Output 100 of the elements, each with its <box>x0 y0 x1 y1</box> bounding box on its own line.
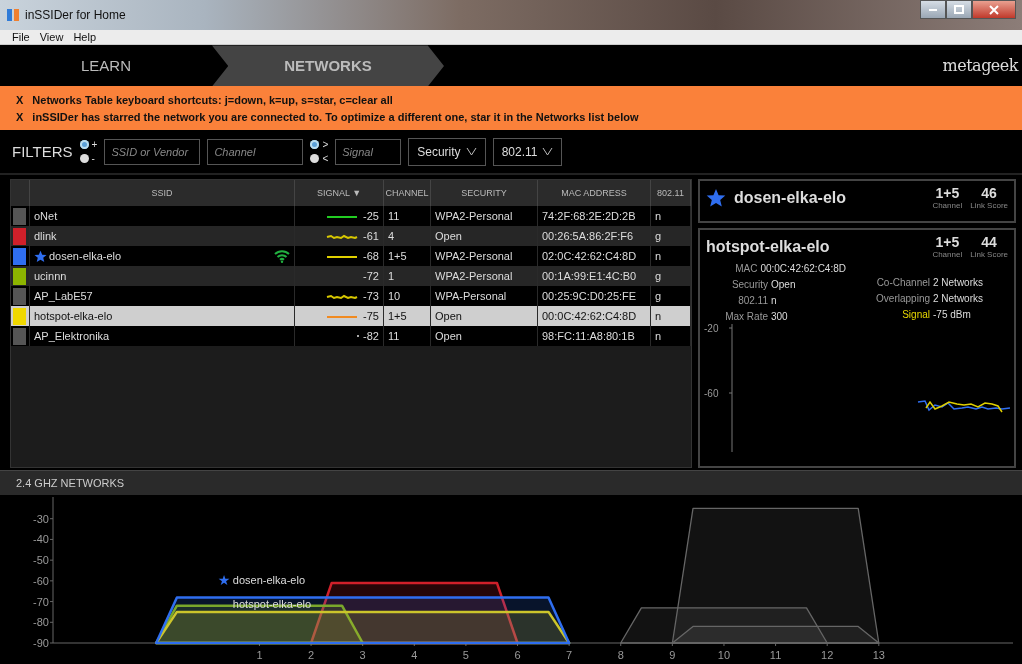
security-value: WPA2-Personal <box>435 250 513 263</box>
maximize-button[interactable] <box>946 0 972 19</box>
column-header[interactable]: SIGNAL ▼ <box>294 180 384 207</box>
column-header[interactable]: MAC ADDRESS <box>537 180 651 207</box>
radio-button[interactable] <box>79 154 89 164</box>
menu-item[interactable]: View <box>39 31 64 44</box>
filter-field[interactable]: Channel <box>207 138 304 165</box>
mac-address: 74:2F:68:2E:2D:2B <box>542 210 636 223</box>
security-value: WPA-Personal <box>435 290 507 303</box>
menu-item[interactable]: File <box>12 31 30 44</box>
mac-address: 00:1A:99:E1:4C:B0 <box>542 270 637 283</box>
axis-label: -80 <box>33 616 49 629</box>
mac-address: 00:0C:42:62:C4:8D <box>542 310 637 323</box>
network-name: hotspot-elka-elo <box>706 237 830 256</box>
notification-text: Networks Table keyboard shortcuts: j=down, k=up, s=star, c=clear all <box>32 93 393 106</box>
filters-label: FILTERS <box>12 143 73 161</box>
table-row[interactable]: ucinnn -72 1 WPA2-Personal 00:1A:99:E1:4C:B0 g <box>11 266 691 287</box>
field-label: Overlapping <box>875 293 930 305</box>
star-icon: ★ <box>217 572 231 589</box>
radio-button[interactable] <box>310 154 320 164</box>
axis-label: 1 <box>256 649 263 661</box>
close-icon <box>989 4 999 15</box>
table-row[interactable]: dlink -61 4 Open 00:26:5A:86:2F:F6 g <box>11 226 691 247</box>
metric-label: Link Score <box>970 201 1008 211</box>
security-value: Open <box>435 310 462 323</box>
ssid-text: AP_LabE57 <box>34 290 93 303</box>
signal-value: -82 <box>363 330 379 343</box>
metric-value: 44 <box>981 234 997 251</box>
field-value: Open <box>771 279 796 291</box>
axis-label: 6 <box>514 649 521 661</box>
chevron-icon <box>465 147 477 157</box>
metric-value: 1+5 <box>935 185 960 202</box>
metric-label: Channel <box>932 250 963 260</box>
field-label: 802.11 <box>737 295 768 307</box>
channel-value: 1+5 <box>388 310 407 323</box>
field-label: Co-Channel <box>875 277 930 289</box>
mode-value: n <box>655 250 662 263</box>
security-value: Open <box>435 230 462 243</box>
security-value: WPA2-Personal <box>435 210 513 223</box>
field-value: 2 Networks <box>933 277 983 289</box>
nav-tab[interactable]: LEARN <box>0 45 212 87</box>
axis-label: -90 <box>33 637 49 649</box>
signal-value: -75 <box>363 310 379 323</box>
mac-address: 02:0C:42:62:C4:8D <box>542 250 637 263</box>
ssid-text: oNet <box>34 210 58 223</box>
chevron-icon <box>542 147 554 157</box>
table-row[interactable]: oNet -25 11 WPA2-Personal 74:2F:68:2E:2D:2B n <box>11 206 691 227</box>
column-header[interactable]: SSID <box>29 180 295 207</box>
axis-label: -50 <box>33 554 49 567</box>
axis-label: -20 <box>704 323 719 335</box>
nav-tab[interactable]: NETWORKS <box>212 45 444 87</box>
signal-value: -68 <box>363 250 379 263</box>
logo: metageek <box>942 56 1020 76</box>
field-label: Max Rate <box>724 311 768 323</box>
app-icon <box>6 7 20 22</box>
minimize-icon <box>929 8 937 11</box>
field-label: MAC <box>734 263 758 275</box>
field-label: Security <box>730 279 768 291</box>
network-label: dosen-elka-elo <box>232 574 306 587</box>
axis-label: 4 <box>411 649 418 661</box>
table-row[interactable]: AP_Elektronika -82 11 Open 98:FC:11:A8:80:1B n <box>11 326 691 347</box>
axis-label: 10 <box>717 649 731 661</box>
ssid-text: dosen-elka-elo <box>49 250 122 263</box>
column-header[interactable]: CHANNEL <box>383 180 431 207</box>
filter-dropdown[interactable]: Security <box>408 137 486 166</box>
mac-address: 00:25:9C:D0:25:FE <box>542 290 637 303</box>
metric-label: Link Score <box>970 250 1008 260</box>
close-button[interactable] <box>972 0 1016 19</box>
axis-label: 3 <box>359 649 366 661</box>
notification-text: inSSIDer has starred the network you are connected to. To optimize a different one, star it in the Networks list below <box>32 110 639 123</box>
field-value: 00:0C:42:62:C4:8D <box>760 263 846 275</box>
radio-label: > <box>322 139 329 151</box>
axis-label: 11 <box>769 649 782 661</box>
radio-button[interactable] <box>310 140 320 150</box>
dismiss-button[interactable]: X <box>16 110 24 123</box>
column-header[interactable]: 802.11 <box>650 180 691 207</box>
filter-field[interactable]: Signal <box>335 138 402 165</box>
filter-field[interactable]: SSID or Vendor <box>104 138 201 165</box>
radio-label: - <box>91 153 95 165</box>
axis-label: 2 <box>308 649 315 661</box>
channel-value: 11 <box>388 330 400 343</box>
axis-label: -30 <box>33 512 49 525</box>
signal-value: -72 <box>363 270 379 283</box>
minimize-button[interactable] <box>920 0 946 19</box>
menu-item[interactable]: Help <box>73 31 96 44</box>
axis-label: 9 <box>669 649 676 661</box>
mac-address: 00:26:5A:86:2F:F6 <box>542 230 634 243</box>
axis-label: -60 <box>33 574 49 587</box>
dismiss-button[interactable]: X <box>16 93 24 106</box>
column-header[interactable]: SECURITY <box>430 180 538 207</box>
table-row[interactable]: AP_LabE57 -73 10 WPA-Personal 00:25:9C:D0:25:FE g <box>11 286 691 307</box>
mode-value: n <box>655 210 662 223</box>
filter-dropdown[interactable]: 802.11 <box>492 137 563 166</box>
window-title: inSSIDer for Home <box>25 7 126 22</box>
axis-label: -70 <box>33 595 49 608</box>
table-row[interactable]: dosen-elka-elo -68 1+5 WPA2-Personal 02:0C:42:62:C4:8D n <box>11 246 691 267</box>
axis-label: -40 <box>33 533 49 546</box>
radio-button[interactable] <box>79 140 89 150</box>
mode-value: g <box>655 230 662 243</box>
table-row[interactable]: hotspot-elka-elo -75 1+5 Open 00:0C:42:62:C4:8D n <box>11 306 691 327</box>
